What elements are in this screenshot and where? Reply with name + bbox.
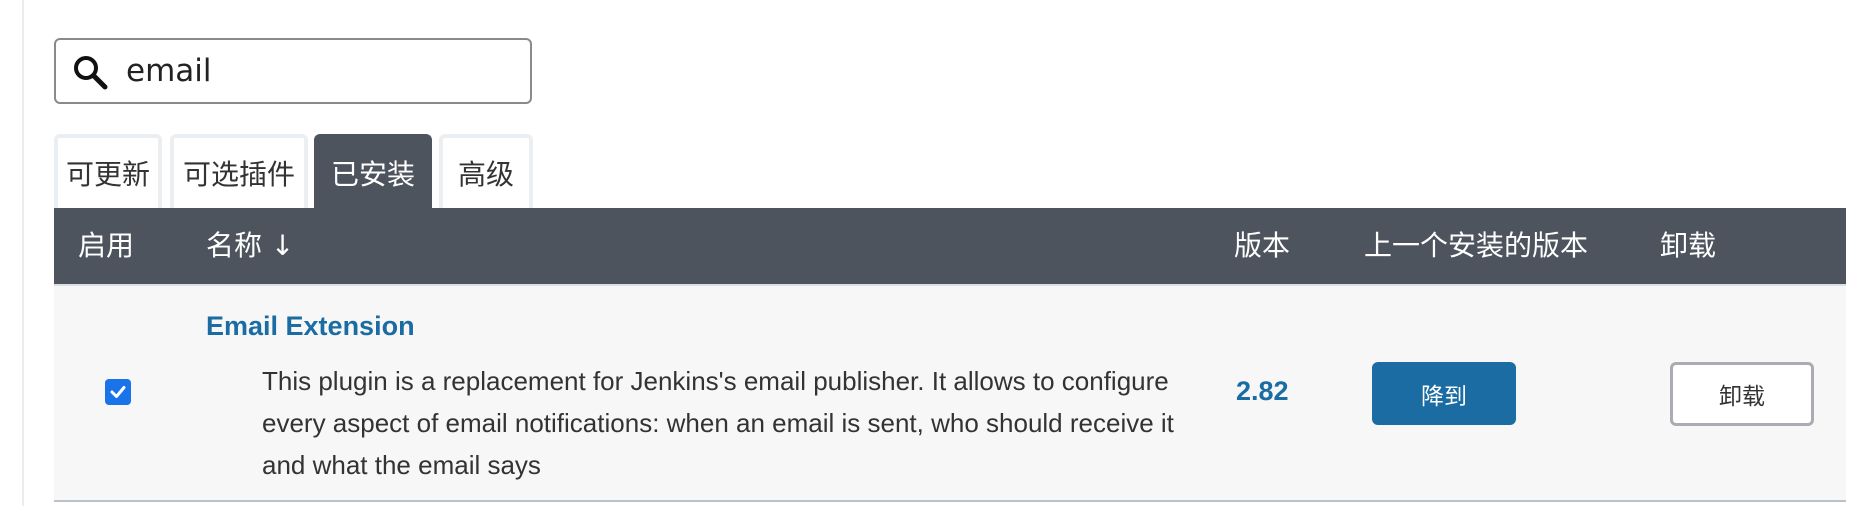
tab-available[interactable]: 可选插件 xyxy=(170,134,308,208)
header-enabled[interactable]: 启用 xyxy=(78,208,134,284)
tab-updates[interactable]: 可更新 xyxy=(54,134,162,208)
search-icon xyxy=(74,56,108,90)
tab-advanced[interactable]: 高级 xyxy=(439,134,533,208)
header-version[interactable]: 版本 xyxy=(1234,208,1290,284)
left-divider xyxy=(22,0,24,506)
plugin-table-header: 启用 名称 ↓ 版本 上一个安装的版本 卸载 xyxy=(54,208,1846,284)
header-uninstall[interactable]: 卸载 xyxy=(1660,208,1716,284)
enabled-checkbox[interactable] xyxy=(105,379,131,405)
search-input[interactable] xyxy=(126,40,516,102)
table-row: Email Extension This plugin is a replace… xyxy=(54,284,1846,502)
plugin-manager-page: 可更新 可选插件 已安装 高级 启用 名称 ↓ 版本 上一个安装的版本 卸载 E… xyxy=(0,0,1866,506)
header-previous-version[interactable]: 上一个安装的版本 xyxy=(1364,208,1588,284)
search-box[interactable] xyxy=(54,38,532,104)
tab-installed[interactable]: 已安装 xyxy=(314,134,432,208)
downgrade-button[interactable]: 降到 xyxy=(1372,362,1516,425)
plugin-description: This plugin is a replacement for Jenkins… xyxy=(262,366,1174,480)
plugin-name-link[interactable]: Email Extension xyxy=(206,311,415,342)
checkmark-icon xyxy=(110,386,126,398)
plugin-version: 2.82 xyxy=(1236,376,1289,406)
header-name[interactable]: 名称 ↓ xyxy=(206,208,294,284)
uninstall-button[interactable]: 卸载 xyxy=(1670,362,1814,426)
